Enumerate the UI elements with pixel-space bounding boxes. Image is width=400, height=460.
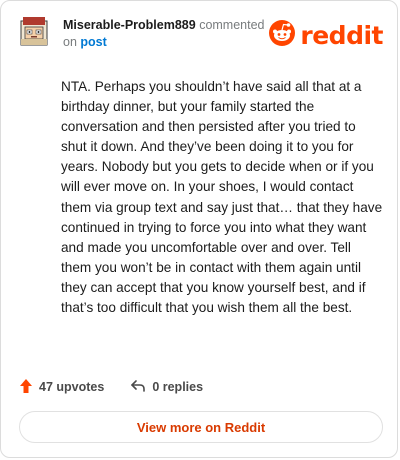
comment-body: NTA. Perhaps you shouldn’t have said all… <box>61 79 383 316</box>
view-more-button[interactable]: View more on Reddit <box>19 411 383 443</box>
reddit-snoo-icon <box>268 19 296 52</box>
comment-header: Miserable-Problem889 commented on post r… <box>17 13 383 53</box>
avatar[interactable] <box>17 15 51 49</box>
reply-stat[interactable]: 0 replies <box>130 379 203 396</box>
comment-meta: Miserable-Problem889 commented on post <box>63 17 283 51</box>
on-text: on <box>63 35 77 49</box>
upvote-count: 47 upvotes <box>39 380 105 394</box>
upvote-arrow-icon <box>19 378 33 397</box>
comment-embed-card: Miserable-Problem889 commented on post r… <box>0 0 398 458</box>
action-text: commented <box>199 18 265 32</box>
upvote-stat[interactable]: 47 upvotes <box>19 378 104 397</box>
comment-footer: 47 upvotes 0 replies <box>19 376 229 398</box>
reply-arrow-icon <box>130 379 146 396</box>
reddit-wordmark: reddit <box>300 20 383 50</box>
reddit-logo[interactable]: reddit <box>268 19 383 51</box>
reply-count: 0 replies <box>152 380 204 394</box>
post-link[interactable]: post <box>80 35 106 49</box>
username[interactable]: Miserable-Problem889 <box>63 18 196 32</box>
